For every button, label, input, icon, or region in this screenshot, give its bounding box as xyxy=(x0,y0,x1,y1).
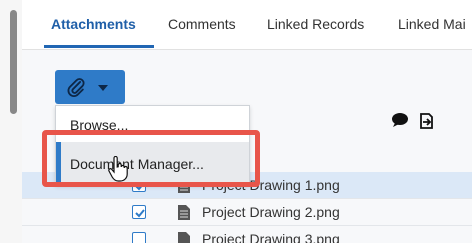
tab-comments[interactable]: Comments xyxy=(168,16,236,32)
tab-linked-records[interactable]: Linked Records xyxy=(267,16,364,32)
table-row[interactable]: Project Drawing 2.png xyxy=(22,199,472,226)
active-tab-indicator xyxy=(44,45,154,48)
checkmark-icon xyxy=(135,209,145,218)
attach-dropdown-button[interactable] xyxy=(55,70,125,104)
comment-bubble-icon[interactable] xyxy=(390,112,410,128)
row-checkbox[interactable] xyxy=(132,205,146,219)
export-icon[interactable] xyxy=(418,112,436,130)
file-name[interactable]: Project Drawing 2.png xyxy=(202,204,340,220)
paperclip-icon xyxy=(67,78,85,98)
table-row[interactable]: Project Drawing 3.png xyxy=(22,226,472,243)
vertical-scrollbar[interactable] xyxy=(0,0,22,243)
tab-linked-mail[interactable]: Linked Mai xyxy=(398,16,466,32)
image-file-icon xyxy=(178,205,190,220)
file-name[interactable]: Project Drawing 3.png xyxy=(202,231,340,243)
hand-pointer-icon xyxy=(108,156,128,182)
highlight-annotation xyxy=(42,130,260,187)
scrollbar-thumb[interactable] xyxy=(10,10,17,114)
row-checkbox[interactable] xyxy=(132,232,146,243)
tab-attachments[interactable]: Attachments xyxy=(51,16,136,32)
image-file-icon xyxy=(178,232,190,243)
tab-bar: Attachments Comments Linked Records Link… xyxy=(22,0,472,50)
caret-down-icon xyxy=(98,85,108,91)
